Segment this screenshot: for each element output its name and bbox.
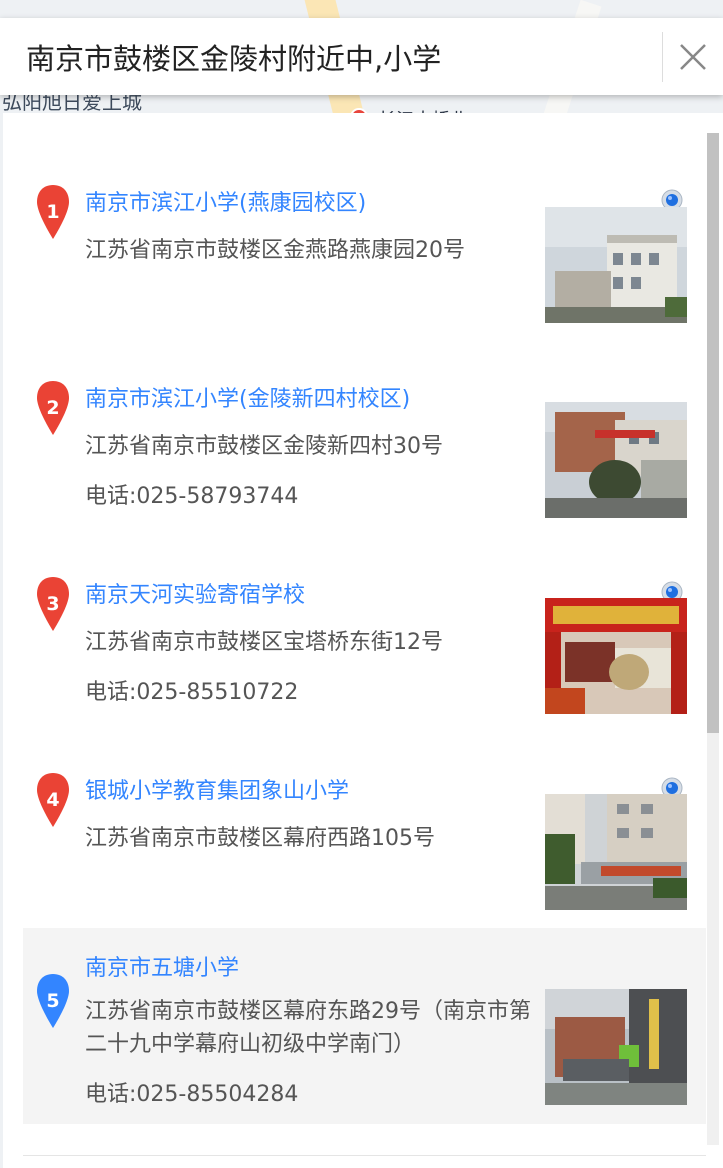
search-bar	[0, 18, 723, 95]
result-title-link[interactable]: 银城小学教育集团象山小学	[85, 773, 349, 805]
results-panel: 1 南京市滨江小学(燕康园校区) 江苏省南京市鼓楼区金燕路燕康园20号 2 南京…	[3, 113, 723, 1168]
scrollbar-thumb[interactable]	[707, 133, 719, 733]
result-marker-icon	[37, 381, 69, 435]
result-item[interactable]: 2 南京市滨江小学(金陵新四村校区) 江苏省南京市鼓楼区金陵新四村30号 电话:…	[23, 331, 706, 527]
list-divider	[23, 1155, 706, 1156]
result-marker-icon	[37, 974, 69, 1028]
result-address: 江苏省南京市鼓楼区宝塔桥东街12号	[85, 630, 443, 655]
result-marker-icon	[37, 577, 69, 631]
result-address: 江苏省南京市鼓楼区金燕路燕康园20号	[85, 238, 465, 263]
result-address: 江苏省南京市鼓楼区幕府东路29号（南京市第二十九中学幕府山初级中学南门）	[85, 999, 531, 1057]
result-marker-icon	[37, 185, 69, 239]
result-photo[interactable]	[545, 794, 687, 910]
result-title-link[interactable]: 南京市滨江小学(燕康园校区)	[85, 185, 366, 217]
result-phone[interactable]: 电话:025-85510722	[85, 674, 298, 706]
result-phone[interactable]: 电话:025-58793744	[85, 478, 298, 510]
result-title-link[interactable]: 南京市五塘小学	[85, 950, 239, 982]
result-address: 江苏省南京市鼓楼区幕府西路105号	[85, 826, 435, 851]
result-item[interactable]: 3 南京天河实验寄宿学校 江苏省南京市鼓楼区宝塔桥东街12号 电话:025-85…	[23, 527, 706, 723]
result-title-link[interactable]: 南京市滨江小学(金陵新四村校区)	[85, 381, 410, 413]
result-item[interactable]: 1 南京市滨江小学(燕康园校区) 江苏省南京市鼓楼区金燕路燕康园20号	[23, 135, 706, 331]
result-photo[interactable]	[545, 207, 687, 323]
result-title-link[interactable]: 南京天河实验寄宿学校	[85, 577, 305, 609]
result-phone[interactable]: 电话:025-85504284	[85, 1076, 298, 1108]
clear-search-button[interactable]	[663, 18, 723, 95]
result-address: 江苏省南京市鼓楼区金陵新四村30号	[85, 434, 443, 459]
result-item-selected[interactable]: 5 南京市五塘小学 江苏省南京市鼓楼区幕府东路29号（南京市第二十九中学幕府山初…	[23, 928, 706, 1124]
result-photo[interactable]	[545, 402, 687, 518]
result-marker-icon	[37, 773, 69, 827]
close-icon	[680, 43, 706, 70]
result-item[interactable]: 4 银城小学教育集团象山小学 江苏省南京市鼓楼区幕府西路105号	[23, 723, 706, 919]
result-photo[interactable]	[545, 598, 687, 714]
search-input[interactable]	[0, 18, 662, 95]
result-photo[interactable]	[545, 989, 687, 1105]
